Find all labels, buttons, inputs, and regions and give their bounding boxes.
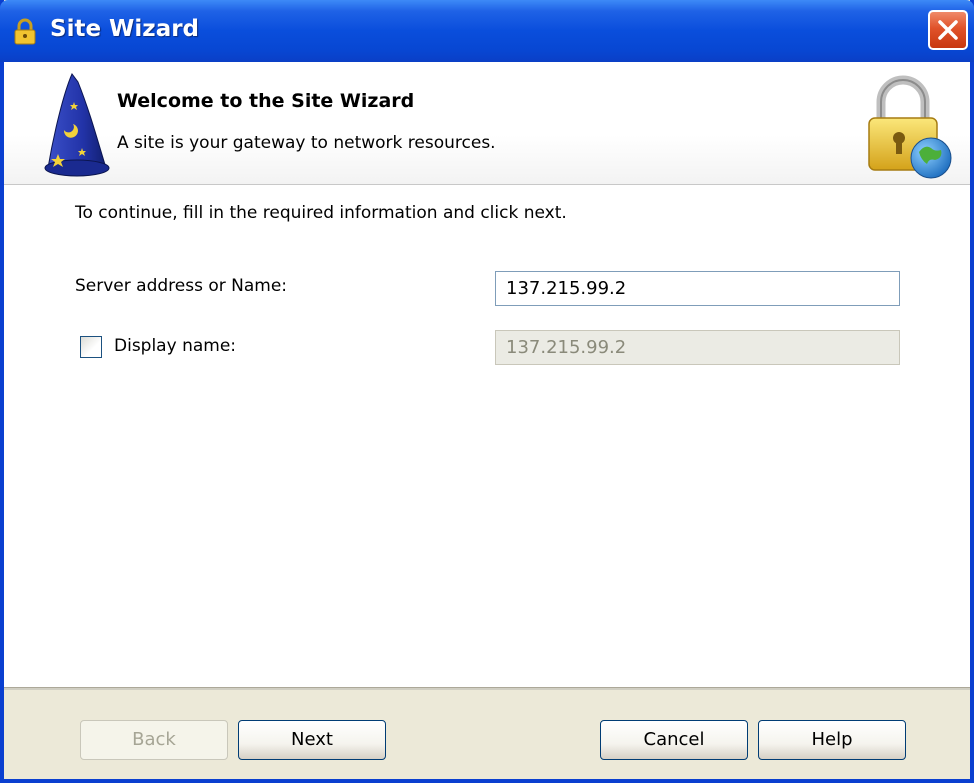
display-name-checkbox[interactable] bbox=[80, 336, 102, 358]
next-button[interactable]: Next bbox=[238, 720, 386, 760]
close-icon bbox=[938, 20, 958, 40]
header-title: Welcome to the Site Wizard bbox=[117, 90, 415, 112]
wizard-header: Welcome to the Site Wizard A site is you… bbox=[4, 62, 970, 185]
lock-globe-icon bbox=[868, 75, 952, 179]
wizard-content: To continue, fill in the required inform… bbox=[4, 185, 970, 687]
cancel-button[interactable]: Cancel bbox=[600, 720, 748, 760]
lock-icon bbox=[14, 18, 36, 45]
display-name-label[interactable]: Display name: bbox=[114, 336, 236, 356]
server-address-input[interactable] bbox=[495, 271, 900, 306]
site-wizard-window: Site Wizard Welcome to the Site Wizard A… bbox=[0, 0, 974, 783]
back-button: Back bbox=[80, 720, 228, 760]
title-bar[interactable]: Site Wizard bbox=[0, 0, 974, 62]
wizard-hat-icon bbox=[44, 73, 110, 177]
footer-divider bbox=[4, 687, 970, 690]
header-subtitle: A site is your gateway to network resour… bbox=[117, 133, 496, 153]
window-title: Site Wizard bbox=[50, 16, 200, 42]
instructions-text: To continue, fill in the required inform… bbox=[75, 203, 567, 223]
close-button[interactable] bbox=[928, 10, 968, 50]
display-name-input bbox=[495, 330, 900, 365]
help-button[interactable]: Help bbox=[758, 720, 906, 760]
server-address-label: Server address or Name: bbox=[75, 276, 288, 296]
